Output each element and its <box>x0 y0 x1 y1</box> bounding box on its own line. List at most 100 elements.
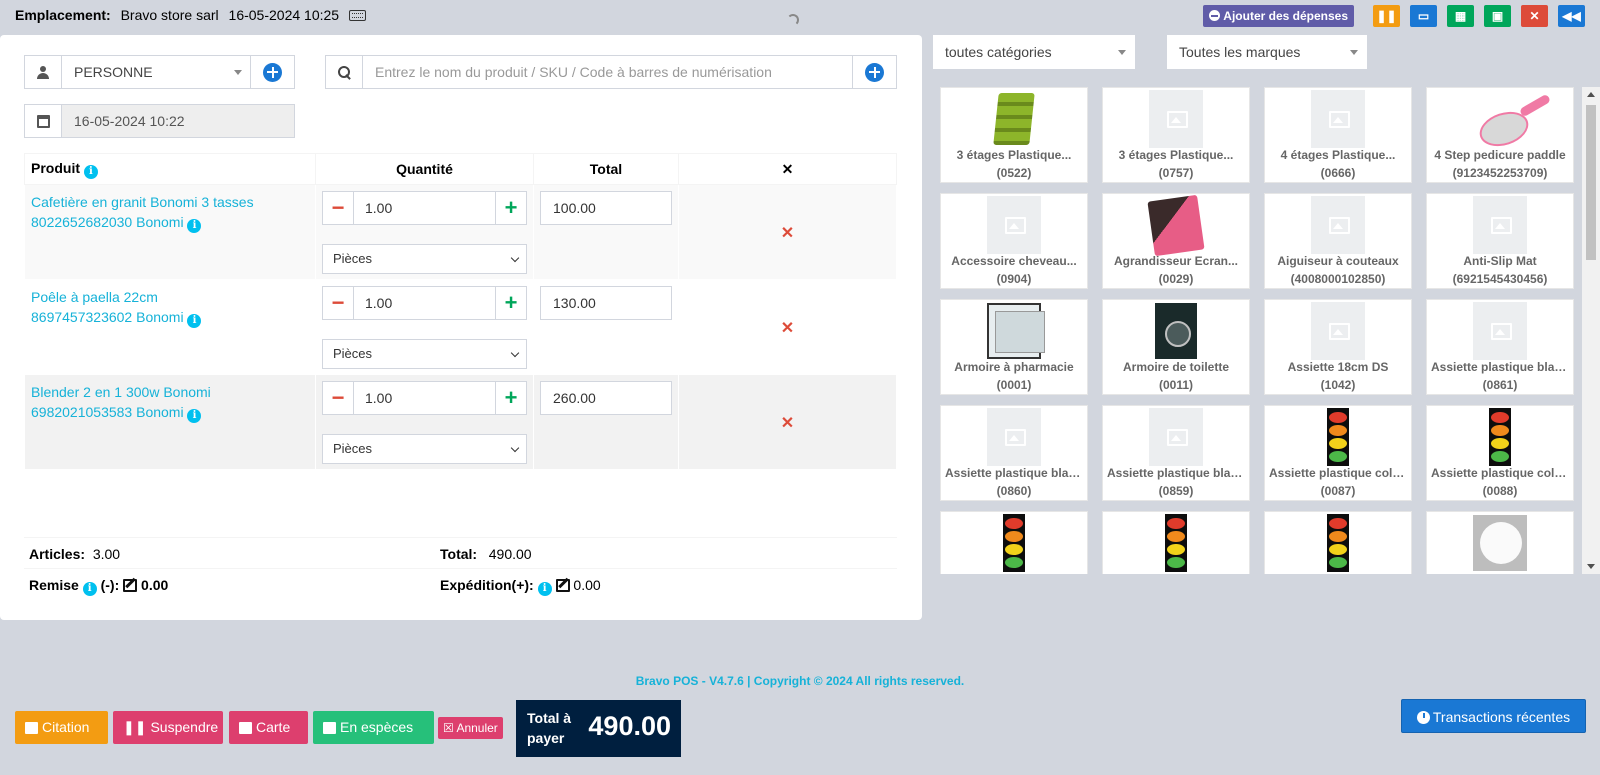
header-total: Total <box>533 153 679 185</box>
product-thumbnail <box>1149 90 1203 148</box>
product-card[interactable]: Assiette plastique colo... (0087) <box>1264 405 1412 501</box>
increase-quantity-button[interactable]: + <box>495 287 526 319</box>
product-card[interactable]: Accessoire cheveau... (0904) <box>940 193 1088 289</box>
line-total-input[interactable]: 100.00 <box>540 191 672 225</box>
unit-select[interactable]: Pièces <box>322 339 527 369</box>
search-input[interactable] <box>363 56 852 88</box>
remove-row-icon[interactable]: ✕ <box>781 223 794 243</box>
cart-summary: Articles: 3.00 Total: 490.00 Remise i (-… <box>24 537 897 599</box>
edit-discount-icon[interactable] <box>123 579 138 592</box>
image-placeholder-icon <box>1311 302 1365 360</box>
back-button[interactable]: ◀◀ <box>1558 5 1585 27</box>
product-card-name: Accessoire cheveau... <box>951 254 1077 268</box>
calculator-button[interactable]: ▦ <box>1447 5 1474 27</box>
unit-select[interactable]: Pièces <box>322 434 527 464</box>
cancel-button[interactable]: ☒ Annuler <box>438 717 503 739</box>
close-register-button[interactable]: ✕ <box>1521 5 1548 27</box>
scroll-down-icon[interactable] <box>1587 564 1595 569</box>
keyboard-icon[interactable] <box>348 10 366 21</box>
product-card[interactable]: 3 étages Plastique... (0757) <box>1102 87 1250 183</box>
category-filter[interactable]: toutes catégories <box>933 35 1135 69</box>
product-card[interactable] <box>1426 511 1574 574</box>
product-card[interactable]: Assiette plastique blan... (0859) <box>1102 405 1250 501</box>
remove-row-icon[interactable]: ✕ <box>781 413 794 433</box>
pause-button[interactable]: ❚❚ <box>1373 5 1400 27</box>
quote-button[interactable]: Citation <box>15 711 108 744</box>
product-link[interactable]: Cafetière en granit Bonomi 3 tasses 80226… <box>25 185 315 240</box>
credit-card-icon <box>239 721 252 734</box>
product-grid-inner: 3 étages Plastique... (0522) 3 étages Plas… <box>940 87 1574 574</box>
image-placeholder-icon <box>1473 302 1527 360</box>
cash-payment-button[interactable]: En espèces <box>313 711 434 744</box>
close-box-icon: ☒ <box>443 721 454 735</box>
edit-shipping-icon[interactable] <box>555 579 570 592</box>
product-card[interactable]: Armoire à pharmacie (0001) <box>940 299 1088 395</box>
header-product: Produit i <box>24 153 316 185</box>
product-thumbnail <box>987 90 1041 148</box>
product-card[interactable]: Assiette 18cm DS (1042) <box>1264 299 1412 395</box>
product-card[interactable]: 4 étages Plastique... (0666) <box>1264 87 1412 183</box>
increase-quantity-button[interactable]: + <box>495 192 526 224</box>
product-image <box>993 93 1035 145</box>
discount: Remise i (-): 0.00 <box>29 577 168 596</box>
product-card[interactable] <box>1264 511 1412 574</box>
info-icon[interactable]: i <box>82 582 97 596</box>
card-payment-button[interactable]: Carte <box>229 711 308 744</box>
product-card[interactable]: Agrandisseur Ecran... (0029) <box>1102 193 1250 289</box>
product-card[interactable]: Armoire de toilette (0011) <box>1102 299 1250 395</box>
chevron-down-icon <box>510 253 520 263</box>
line-total-input[interactable]: 260.00 <box>540 381 672 415</box>
toolbar-buttons: Ajouter des dépenses ❚❚ ▭ ▦ ▣ ✕ ◀◀ <box>1203 5 1585 27</box>
product-card-name: Anti-Slip Mat <box>1463 254 1537 268</box>
quantity-input[interactable]: 1.00 <box>354 287 495 319</box>
quantity-input[interactable]: 1.00 <box>354 382 495 414</box>
product-card-sku: (4008000102850) <box>1290 272 1386 286</box>
info-icon[interactable]: i <box>187 314 202 328</box>
register-button[interactable]: ▣ <box>1484 5 1511 27</box>
add-product-button[interactable] <box>852 56 896 88</box>
info-icon[interactable]: i <box>187 409 202 423</box>
decrease-quantity-button[interactable]: − <box>323 287 354 319</box>
product-card[interactable]: 3 étages Plastique... (0522) <box>940 87 1088 183</box>
recent-transactions-button[interactable]: Transactions récentes <box>1401 699 1586 733</box>
product-card[interactable]: Aiguiseur à couteaux (4008000102850) <box>1264 193 1412 289</box>
product-card[interactable]: Assiette plastique blan... (0861) <box>1426 299 1574 395</box>
increase-quantity-button[interactable]: + <box>495 382 526 414</box>
calculator-window-button[interactable]: ▭ <box>1410 5 1437 27</box>
cart-table: Produit i Quantité Total ✕ Cafetière en … <box>24 153 897 470</box>
product-card[interactable]: Assiette plastique blan... (0860) <box>940 405 1088 501</box>
product-sku-brand: 8697457323602 Bonomi <box>31 309 184 325</box>
product-card[interactable] <box>940 511 1088 574</box>
product-link[interactable]: Blender 2 en 1 300w Bonomi 6982021053583 … <box>25 375 315 430</box>
scrollbar-thumb[interactable] <box>1586 105 1596 260</box>
briefcase-icon: ▣ <box>1491 9 1504 23</box>
add-expense-button[interactable]: Ajouter des dépenses <box>1203 5 1354 27</box>
product-card[interactable]: Anti-Slip Mat (6921545430456) <box>1426 193 1574 289</box>
product-grid-scrollbar[interactable] <box>1582 87 1600 574</box>
product-card[interactable] <box>1102 511 1250 574</box>
line-total-input[interactable]: 130.00 <box>540 286 672 320</box>
product-link[interactable]: Poêle à paella 22cm 8697457323602 Bonomi … <box>25 280 315 335</box>
info-icon[interactable]: i <box>83 164 98 179</box>
product-card[interactable]: 4 Step pedicure paddle (9123452253709) <box>1426 87 1574 183</box>
add-customer-button[interactable] <box>250 56 294 88</box>
date-field[interactable]: 16-05-2024 10:22 <box>62 105 294 137</box>
info-icon[interactable]: i <box>187 219 202 233</box>
remove-row-icon[interactable]: ✕ <box>781 318 794 338</box>
scroll-up-icon[interactable] <box>1587 92 1595 97</box>
chevron-down-icon <box>510 443 520 453</box>
suspend-button[interactable]: ❚❚ Suspendre <box>113 711 223 744</box>
brand-filter[interactable]: Toutes les marques <box>1167 35 1367 69</box>
product-card[interactable]: Assiette plastique colo... (0088) <box>1426 405 1574 501</box>
unit-select[interactable]: Pièces <box>322 244 527 274</box>
product-cell: Poêle à paella 22cm 8697457323602 Bonomi … <box>24 279 316 375</box>
info-icon[interactable]: i <box>537 582 552 596</box>
decrease-quantity-button[interactable]: − <box>323 192 354 224</box>
product-card-name: Assiette 18cm DS <box>1287 360 1389 374</box>
articles-label: Articles: <box>29 546 86 562</box>
table-row: Poêle à paella 22cm 8697457323602 Bonomi … <box>24 279 897 375</box>
decrease-quantity-button[interactable]: − <box>323 382 354 414</box>
customer-select[interactable]: PERSONNE <box>62 56 250 88</box>
quantity-input[interactable]: 1.00 <box>354 192 495 224</box>
quantity-stepper: −1.00 + <box>322 381 527 415</box>
